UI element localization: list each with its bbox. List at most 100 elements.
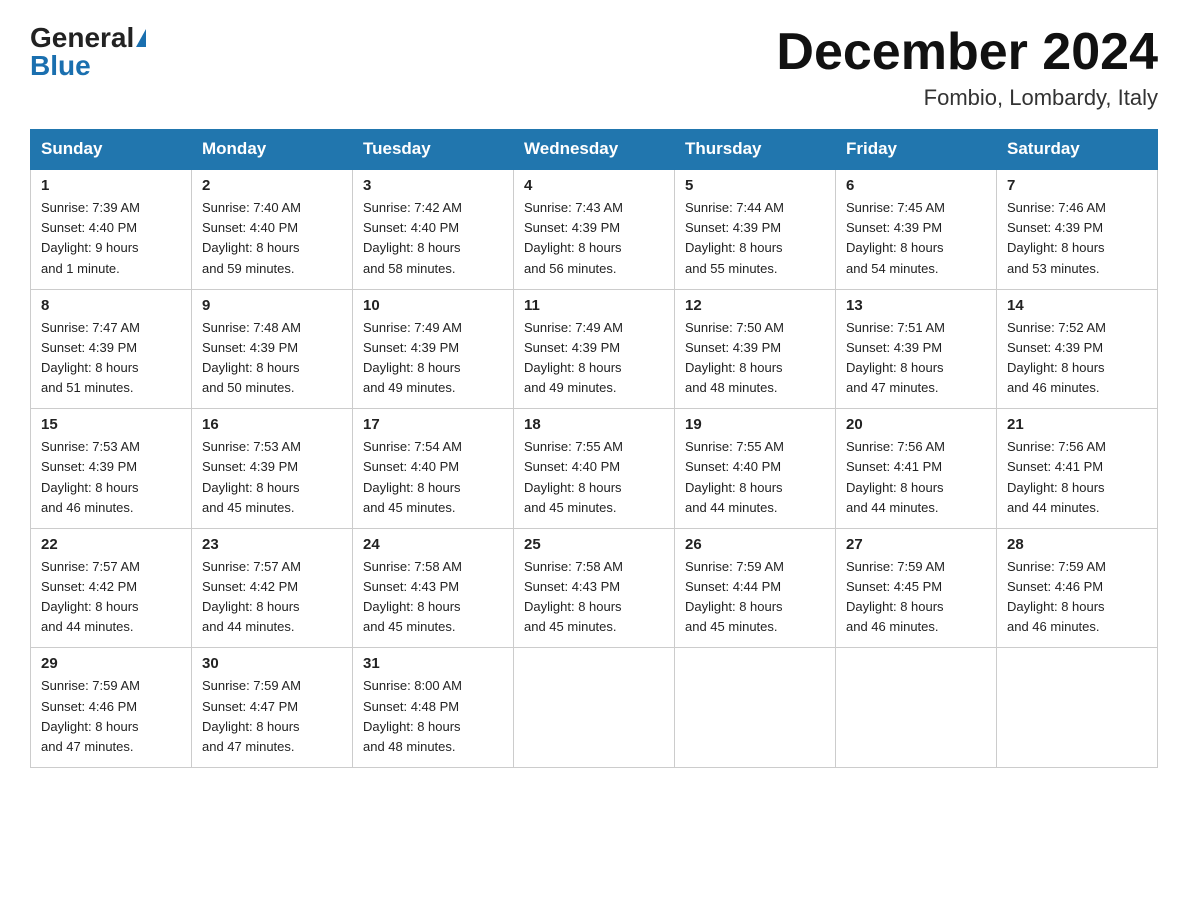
day-number: 9 bbox=[202, 297, 342, 314]
day-number: 12 bbox=[685, 297, 825, 314]
calendar-cell: 26 Sunrise: 7:59 AMSunset: 4:44 PMDaylig… bbox=[675, 528, 836, 648]
day-number: 13 bbox=[846, 297, 986, 314]
calendar-cell: 5 Sunrise: 7:44 AMSunset: 4:39 PMDayligh… bbox=[675, 169, 836, 289]
day-number: 19 bbox=[685, 416, 825, 433]
calendar-cell bbox=[836, 648, 997, 768]
day-info: Sunrise: 7:53 AMSunset: 4:39 PMDaylight:… bbox=[202, 437, 342, 518]
day-number: 6 bbox=[846, 177, 986, 194]
col-tuesday: Tuesday bbox=[353, 130, 514, 170]
calendar-cell: 12 Sunrise: 7:50 AMSunset: 4:39 PMDaylig… bbox=[675, 289, 836, 409]
day-info: Sunrise: 7:56 AMSunset: 4:41 PMDaylight:… bbox=[846, 437, 986, 518]
calendar-cell: 15 Sunrise: 7:53 AMSunset: 4:39 PMDaylig… bbox=[31, 409, 192, 529]
calendar-cell: 17 Sunrise: 7:54 AMSunset: 4:40 PMDaylig… bbox=[353, 409, 514, 529]
day-info: Sunrise: 7:39 AMSunset: 4:40 PMDaylight:… bbox=[41, 198, 181, 279]
calendar-cell: 19 Sunrise: 7:55 AMSunset: 4:40 PMDaylig… bbox=[675, 409, 836, 529]
day-number: 22 bbox=[41, 536, 181, 553]
header: General Blue December 2024 Fombio, Lomba… bbox=[30, 24, 1158, 111]
calendar-cell: 13 Sunrise: 7:51 AMSunset: 4:39 PMDaylig… bbox=[836, 289, 997, 409]
calendar-cell: 16 Sunrise: 7:53 AMSunset: 4:39 PMDaylig… bbox=[192, 409, 353, 529]
day-info: Sunrise: 7:58 AMSunset: 4:43 PMDaylight:… bbox=[363, 557, 503, 638]
day-info: Sunrise: 7:42 AMSunset: 4:40 PMDaylight:… bbox=[363, 198, 503, 279]
day-info: Sunrise: 7:45 AMSunset: 4:39 PMDaylight:… bbox=[846, 198, 986, 279]
calendar-cell: 1 Sunrise: 7:39 AMSunset: 4:40 PMDayligh… bbox=[31, 169, 192, 289]
calendar-cell: 7 Sunrise: 7:46 AMSunset: 4:39 PMDayligh… bbox=[997, 169, 1158, 289]
day-number: 31 bbox=[363, 655, 503, 672]
calendar-cell bbox=[514, 648, 675, 768]
day-info: Sunrise: 7:55 AMSunset: 4:40 PMDaylight:… bbox=[685, 437, 825, 518]
day-number: 18 bbox=[524, 416, 664, 433]
calendar-week-row: 8 Sunrise: 7:47 AMSunset: 4:39 PMDayligh… bbox=[31, 289, 1158, 409]
title-location: Fombio, Lombardy, Italy bbox=[776, 85, 1158, 111]
day-number: 10 bbox=[363, 297, 503, 314]
calendar-cell: 3 Sunrise: 7:42 AMSunset: 4:40 PMDayligh… bbox=[353, 169, 514, 289]
calendar-cell: 4 Sunrise: 7:43 AMSunset: 4:39 PMDayligh… bbox=[514, 169, 675, 289]
day-number: 27 bbox=[846, 536, 986, 553]
day-number: 20 bbox=[846, 416, 986, 433]
calendar-cell bbox=[997, 648, 1158, 768]
calendar-week-row: 29 Sunrise: 7:59 AMSunset: 4:46 PMDaylig… bbox=[31, 648, 1158, 768]
day-number: 14 bbox=[1007, 297, 1147, 314]
calendar-week-row: 1 Sunrise: 7:39 AMSunset: 4:40 PMDayligh… bbox=[31, 169, 1158, 289]
day-number: 29 bbox=[41, 655, 181, 672]
calendar-cell: 2 Sunrise: 7:40 AMSunset: 4:40 PMDayligh… bbox=[192, 169, 353, 289]
logo-blue-text: Blue bbox=[30, 52, 91, 80]
logo-general-text: General bbox=[30, 24, 134, 52]
calendar-cell: 10 Sunrise: 7:49 AMSunset: 4:39 PMDaylig… bbox=[353, 289, 514, 409]
day-info: Sunrise: 7:59 AMSunset: 4:44 PMDaylight:… bbox=[685, 557, 825, 638]
calendar-cell: 8 Sunrise: 7:47 AMSunset: 4:39 PMDayligh… bbox=[31, 289, 192, 409]
day-number: 16 bbox=[202, 416, 342, 433]
day-number: 2 bbox=[202, 177, 342, 194]
day-info: Sunrise: 7:55 AMSunset: 4:40 PMDaylight:… bbox=[524, 437, 664, 518]
day-info: Sunrise: 7:56 AMSunset: 4:41 PMDaylight:… bbox=[1007, 437, 1147, 518]
calendar-cell: 9 Sunrise: 7:48 AMSunset: 4:39 PMDayligh… bbox=[192, 289, 353, 409]
calendar-cell: 25 Sunrise: 7:58 AMSunset: 4:43 PMDaylig… bbox=[514, 528, 675, 648]
day-number: 21 bbox=[1007, 416, 1147, 433]
day-info: Sunrise: 7:44 AMSunset: 4:39 PMDaylight:… bbox=[685, 198, 825, 279]
calendar-week-row: 22 Sunrise: 7:57 AMSunset: 4:42 PMDaylig… bbox=[31, 528, 1158, 648]
calendar-cell: 28 Sunrise: 7:59 AMSunset: 4:46 PMDaylig… bbox=[997, 528, 1158, 648]
calendar-cell: 22 Sunrise: 7:57 AMSunset: 4:42 PMDaylig… bbox=[31, 528, 192, 648]
calendar-cell bbox=[675, 648, 836, 768]
logo-triangle-icon bbox=[136, 29, 146, 47]
day-number: 3 bbox=[363, 177, 503, 194]
logo: General Blue bbox=[30, 24, 146, 80]
calendar-header-row: Sunday Monday Tuesday Wednesday Thursday… bbox=[31, 130, 1158, 170]
day-info: Sunrise: 7:46 AMSunset: 4:39 PMDaylight:… bbox=[1007, 198, 1147, 279]
day-info: Sunrise: 7:50 AMSunset: 4:39 PMDaylight:… bbox=[685, 318, 825, 399]
day-info: Sunrise: 7:52 AMSunset: 4:39 PMDaylight:… bbox=[1007, 318, 1147, 399]
day-number: 23 bbox=[202, 536, 342, 553]
day-info: Sunrise: 7:54 AMSunset: 4:40 PMDaylight:… bbox=[363, 437, 503, 518]
calendar-cell: 30 Sunrise: 7:59 AMSunset: 4:47 PMDaylig… bbox=[192, 648, 353, 768]
calendar-cell: 20 Sunrise: 7:56 AMSunset: 4:41 PMDaylig… bbox=[836, 409, 997, 529]
day-info: Sunrise: 7:48 AMSunset: 4:39 PMDaylight:… bbox=[202, 318, 342, 399]
col-saturday: Saturday bbox=[997, 130, 1158, 170]
day-number: 7 bbox=[1007, 177, 1147, 194]
calendar-cell: 14 Sunrise: 7:52 AMSunset: 4:39 PMDaylig… bbox=[997, 289, 1158, 409]
col-sunday: Sunday bbox=[31, 130, 192, 170]
day-info: Sunrise: 7:59 AMSunset: 4:45 PMDaylight:… bbox=[846, 557, 986, 638]
day-info: Sunrise: 7:59 AMSunset: 4:46 PMDaylight:… bbox=[41, 676, 181, 757]
day-number: 11 bbox=[524, 297, 664, 314]
day-info: Sunrise: 7:57 AMSunset: 4:42 PMDaylight:… bbox=[41, 557, 181, 638]
day-number: 24 bbox=[363, 536, 503, 553]
day-number: 1 bbox=[41, 177, 181, 194]
day-info: Sunrise: 7:58 AMSunset: 4:43 PMDaylight:… bbox=[524, 557, 664, 638]
day-number: 8 bbox=[41, 297, 181, 314]
col-thursday: Thursday bbox=[675, 130, 836, 170]
day-info: Sunrise: 7:53 AMSunset: 4:39 PMDaylight:… bbox=[41, 437, 181, 518]
day-info: Sunrise: 7:51 AMSunset: 4:39 PMDaylight:… bbox=[846, 318, 986, 399]
day-number: 17 bbox=[363, 416, 503, 433]
col-friday: Friday bbox=[836, 130, 997, 170]
day-number: 4 bbox=[524, 177, 664, 194]
calendar-cell: 27 Sunrise: 7:59 AMSunset: 4:45 PMDaylig… bbox=[836, 528, 997, 648]
calendar-week-row: 15 Sunrise: 7:53 AMSunset: 4:39 PMDaylig… bbox=[31, 409, 1158, 529]
calendar-cell: 21 Sunrise: 7:56 AMSunset: 4:41 PMDaylig… bbox=[997, 409, 1158, 529]
calendar-table: Sunday Monday Tuesday Wednesday Thursday… bbox=[30, 129, 1158, 768]
calendar-cell: 24 Sunrise: 7:58 AMSunset: 4:43 PMDaylig… bbox=[353, 528, 514, 648]
day-number: 25 bbox=[524, 536, 664, 553]
day-number: 15 bbox=[41, 416, 181, 433]
day-number: 28 bbox=[1007, 536, 1147, 553]
day-info: Sunrise: 7:43 AMSunset: 4:39 PMDaylight:… bbox=[524, 198, 664, 279]
day-info: Sunrise: 7:57 AMSunset: 4:42 PMDaylight:… bbox=[202, 557, 342, 638]
day-info: Sunrise: 7:47 AMSunset: 4:39 PMDaylight:… bbox=[41, 318, 181, 399]
